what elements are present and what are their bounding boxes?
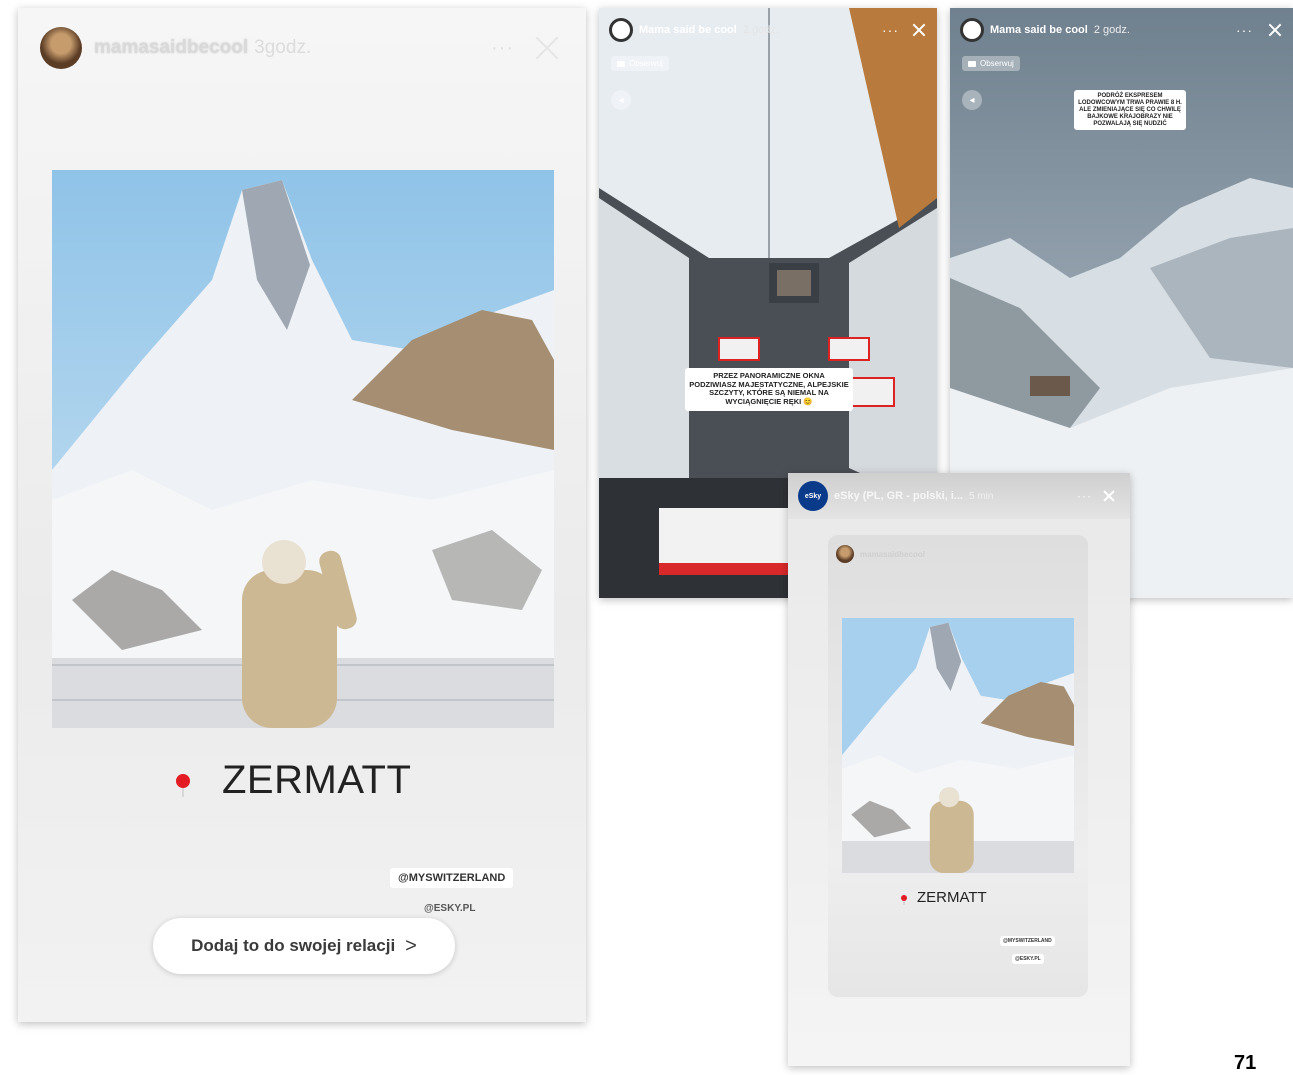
follow-label: Obserwuj [629,59,663,68]
story-repost: eSky eSky (PL, GR - polski, i... 5 min ·… [788,473,1130,1066]
account-name[interactable]: eSky (PL, GR - polski, i... [834,490,963,502]
mention-esky[interactable]: @ESKY.PL [1012,954,1044,964]
post-time: 2 godz. [1093,24,1130,36]
username[interactable]: Mama said be cool [990,24,1088,36]
camera-icon [968,60,976,67]
matterhorn-photo [52,170,554,728]
location-sticker[interactable]: ZERMATT [901,889,987,906]
post-time: 3godz. [254,37,312,58]
story-main: mamasaidbecool 3godz. ··· ZERMATT @MYSWI… [18,8,586,1022]
add-to-story-label: Dodaj to do swojej relacji [191,936,396,955]
sound-icon[interactable]: ◂ [962,90,982,110]
story-header: Mama said be cool 2 godz. ··· [599,8,937,52]
story-header: eSky eSky (PL, GR - polski, i... 5 min ·… [788,473,1130,519]
follow-badge[interactable]: Obserwuj [962,56,1020,71]
story-header: mamasaidbecool 3godz. ··· [18,18,586,78]
more-options-icon[interactable]: ··· [491,37,514,60]
follow-label: Obserwuj [980,59,1014,68]
close-icon[interactable] [1102,489,1116,503]
avatar[interactable] [40,27,82,69]
location-name: ZERMATT [222,758,412,802]
close-icon[interactable] [532,33,562,63]
add-to-story-button[interactable]: Dodaj to do swojej relacji > [153,918,455,974]
mention-esky[interactable]: @ESKY.PL [418,900,481,917]
matterhorn-photo [842,618,1074,873]
more-options-icon[interactable]: ··· [882,22,899,38]
avatar[interactable] [960,18,984,42]
location-pin-icon [901,894,907,901]
post-time: 2 godz. [742,24,779,36]
location-name: ZERMATT [917,889,987,906]
close-icon[interactable] [911,22,927,38]
location-sticker[interactable]: ZERMATT [176,758,411,803]
esky-avatar[interactable]: eSky [798,481,828,511]
more-options-icon[interactable]: ··· [1236,22,1253,38]
camera-icon [617,60,625,67]
username[interactable]: mamasaidbecool [94,37,248,59]
close-icon[interactable] [1267,22,1283,38]
username[interactable]: Mama said be cool [639,24,737,36]
mention-myswitzerland[interactable]: @MYSWITZERLAND [1000,936,1055,946]
username: mamasaidbecool [860,549,925,559]
post-time: 5 min [968,490,994,502]
more-options-icon[interactable]: ··· [1077,489,1092,503]
mention-myswitzerland[interactable]: @MYSWITZERLAND [390,868,514,888]
sound-icon[interactable]: ◂ [611,90,631,110]
location-pin-icon [176,773,190,788]
page-number: 71 [1234,1052,1257,1074]
story-header: Mama said be cool 2 godz. ··· [950,8,1293,52]
avatar[interactable] [609,18,633,42]
chevron-right-icon: > [405,934,417,957]
avatar [836,545,854,563]
shared-story-header: mamasaidbecool [836,545,925,563]
story-caption: PRZEZ PANORAMICZNE OKNA PODZIWIASZ MAJES… [685,368,853,411]
follow-badge[interactable]: Obserwuj [611,56,669,71]
story-caption: PODRÓŻ EKSPRESEM LODOWCOWYM TRWA PRAWIE … [1074,90,1186,131]
